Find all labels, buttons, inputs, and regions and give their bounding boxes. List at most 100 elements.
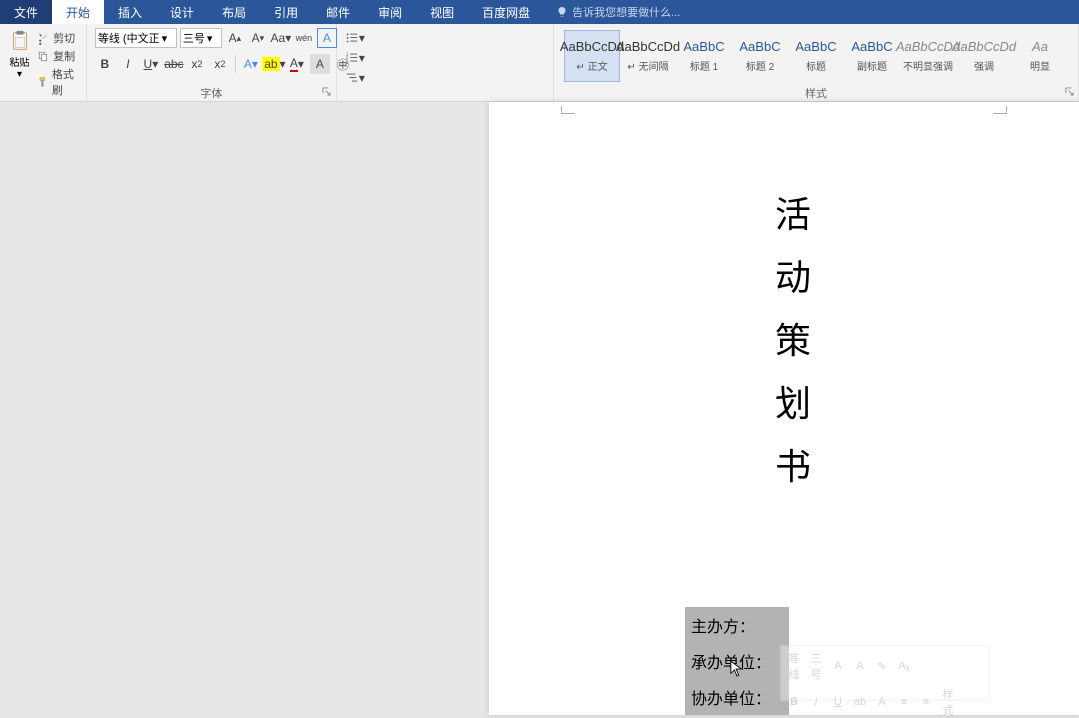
format-painter-icon[interactable]: ✎ bbox=[873, 660, 891, 673]
styles-gallery[interactable]: AaBbCcDd↵ 正文AaBbCcDd↵ 无间隔AaBbC标题 1AaBbC标… bbox=[558, 26, 1074, 82]
title-char: 划 bbox=[775, 373, 811, 436]
shrink-font-button[interactable]: A▾ bbox=[248, 28, 268, 48]
underline-icon[interactable]: U bbox=[829, 696, 847, 708]
highlight-button[interactable]: ab▾ bbox=[264, 54, 284, 74]
mini-toolbar[interactable]: 等线 三号 A A ✎ Aᵪ B I U ab A ≡ ≡ 样式 bbox=[780, 645, 990, 701]
change-case-button[interactable]: Aa▾ bbox=[271, 28, 291, 48]
dialog-launcher-icon[interactable] bbox=[1064, 87, 1074, 97]
underline-button[interactable]: U▾ bbox=[141, 54, 161, 74]
bullets-icon[interactable]: ≡ bbox=[895, 696, 913, 708]
style-name: 不明显强调 bbox=[903, 58, 953, 73]
style-item[interactable]: AaBbCcDd不明显强调 bbox=[900, 30, 956, 82]
style-item[interactable]: AaBbC 副标题 bbox=[844, 30, 900, 82]
style-preview: AaBbCcDd bbox=[952, 39, 1016, 54]
mouse-cursor-icon bbox=[730, 660, 744, 683]
mini-font-combo[interactable]: 等线 bbox=[785, 650, 803, 682]
style-preview: Aa bbox=[1032, 39, 1048, 54]
bullets-button[interactable]: ▾ bbox=[345, 28, 365, 48]
left-gutter bbox=[0, 102, 489, 715]
menu-bar: 文件 开始 插入 设计 布局 引用 邮件 审阅 视图 百度网盘 告诉我您想要做什… bbox=[0, 0, 1079, 24]
style-name: 强调 bbox=[974, 58, 994, 73]
paste-button[interactable]: 粘贴 ▾ bbox=[4, 26, 35, 80]
clear-format-icon[interactable]: Aᵪ bbox=[895, 660, 913, 672]
bold-button[interactable]: B bbox=[95, 54, 115, 74]
grow-font-button[interactable]: A▴ bbox=[225, 28, 245, 48]
italic-icon[interactable]: I bbox=[807, 696, 825, 708]
subscript-button[interactable]: x2 bbox=[187, 54, 207, 74]
font-color-button[interactable]: A▾ bbox=[287, 54, 307, 74]
style-item[interactable]: AaBbCcDd强调 bbox=[956, 30, 1012, 82]
styles-icon[interactable]: 样式 bbox=[939, 686, 957, 718]
chevron-down-icon: ▾ bbox=[17, 69, 22, 80]
group-clipboard: 粘贴 ▾ 剪切 复制 格式刷 剪贴板 bbox=[0, 24, 87, 101]
document-page[interactable]: 活动策划书 主办方：承办单位：协办单位： bbox=[489, 102, 1079, 715]
style-item[interactable]: AaBbC标题 1 bbox=[676, 30, 732, 82]
style-preview: AaBbCcDd bbox=[616, 39, 680, 54]
style-item[interactable]: AaBbC标题 bbox=[788, 30, 844, 82]
group-font: 等线 (中文正▾ 三号▾ A▴ A▾ Aa▾ wén A B I U▾ abc … bbox=[87, 24, 337, 101]
style-preview: AaBbC bbox=[851, 39, 892, 54]
dialog-launcher-icon[interactable] bbox=[322, 87, 332, 97]
font-size-combo[interactable]: 三号▾ bbox=[180, 28, 222, 48]
lightbulb-icon bbox=[556, 6, 568, 18]
tell-me-placeholder: 告诉我您想要做什么... bbox=[572, 4, 680, 20]
shrink-font-icon[interactable]: A bbox=[851, 660, 869, 672]
phonetic-guide-button[interactable]: wén bbox=[294, 28, 314, 48]
style-preview: AaBbCcDd bbox=[896, 39, 960, 54]
title-char: 活 bbox=[775, 184, 811, 247]
numbering-button[interactable]: 123▾ bbox=[345, 48, 365, 68]
menu-tab-home[interactable]: 开始 bbox=[52, 0, 104, 24]
grow-font-icon[interactable]: A bbox=[829, 660, 847, 672]
margin-marker-icon bbox=[993, 106, 1007, 114]
highlighted-line: 协办单位： bbox=[685, 679, 789, 715]
menu-tab-references[interactable]: 引用 bbox=[260, 0, 312, 24]
style-item[interactable]: AaBbCcDd↵ 无间隔 bbox=[620, 30, 676, 82]
document-title[interactable]: 活动策划书 bbox=[775, 184, 811, 499]
multilevel-list-button[interactable]: ▾ bbox=[345, 68, 365, 88]
tell-me-search[interactable]: 告诉我您想要做什么... bbox=[556, 0, 680, 24]
format-painter-button[interactable]: 格式刷 bbox=[37, 66, 82, 98]
style-preview: AaBbCcDd bbox=[560, 39, 624, 54]
copy-button[interactable]: 复制 bbox=[37, 48, 82, 64]
superscript-button[interactable]: x2 bbox=[210, 54, 230, 74]
style-item[interactable]: Aa 明显 bbox=[1012, 30, 1068, 82]
font-color-icon[interactable]: A bbox=[873, 696, 891, 708]
style-item[interactable]: AaBbC标题 2 bbox=[732, 30, 788, 82]
bold-icon[interactable]: B bbox=[785, 696, 803, 708]
group-styles: AaBbCcDd↵ 正文AaBbCcDd↵ 无间隔AaBbC标题 1AaBbC标… bbox=[554, 24, 1079, 101]
highlighted-line: 主办方： bbox=[685, 607, 789, 643]
mini-size-combo[interactable]: 三号 bbox=[807, 650, 825, 682]
style-name: 标题 2 bbox=[746, 58, 774, 73]
menu-tab-insert[interactable]: 插入 bbox=[104, 0, 156, 24]
ribbon: 粘贴 ▾ 剪切 复制 格式刷 剪贴板 等线 (中文正▾ 三号▾ A▴ A▾ Aa… bbox=[0, 24, 1079, 102]
menu-tab-file[interactable]: 文件 bbox=[0, 0, 52, 24]
document-area: 活动策划书 主办方：承办单位：协办单位： 等线 三号 A A ✎ Aᵪ B I … bbox=[0, 102, 1079, 715]
italic-button[interactable]: I bbox=[118, 54, 138, 74]
numbering-icon[interactable]: ≡ bbox=[917, 696, 935, 708]
menu-tab-mailings[interactable]: 邮件 bbox=[312, 0, 364, 24]
chevron-down-icon: ▾ bbox=[207, 32, 213, 45]
character-shading-button[interactable]: A bbox=[310, 54, 330, 74]
copy-icon bbox=[37, 50, 50, 63]
menu-tab-layout[interactable]: 布局 bbox=[208, 0, 260, 24]
svg-text:3: 3 bbox=[346, 60, 349, 65]
group-label-styles: 样式 bbox=[805, 88, 827, 100]
menu-tab-design[interactable]: 设计 bbox=[156, 0, 208, 24]
text-effects-button[interactable]: A▾ bbox=[241, 54, 261, 74]
menu-tab-view[interactable]: 视图 bbox=[416, 0, 468, 24]
style-name: ↵ 正文 bbox=[576, 58, 607, 73]
style-name: 标题 bbox=[806, 58, 826, 73]
style-name: ↵ 无间隔 bbox=[627, 58, 668, 73]
style-name: 明显 bbox=[1030, 58, 1050, 73]
strikethrough-button[interactable]: abc bbox=[164, 54, 184, 74]
menu-tab-baidu[interactable]: 百度网盘 bbox=[468, 0, 544, 24]
character-border-button[interactable]: A bbox=[317, 28, 337, 48]
menu-tab-review[interactable]: 审阅 bbox=[364, 0, 416, 24]
title-char: 书 bbox=[775, 436, 811, 499]
margin-marker-icon bbox=[561, 106, 575, 114]
style-item[interactable]: AaBbCcDd↵ 正文 bbox=[564, 30, 620, 82]
font-family-combo[interactable]: 等线 (中文正▾ bbox=[95, 28, 177, 48]
highlight-icon[interactable]: ab bbox=[851, 696, 869, 708]
style-name: 副标题 bbox=[857, 58, 887, 73]
cut-button[interactable]: 剪切 bbox=[37, 30, 82, 46]
